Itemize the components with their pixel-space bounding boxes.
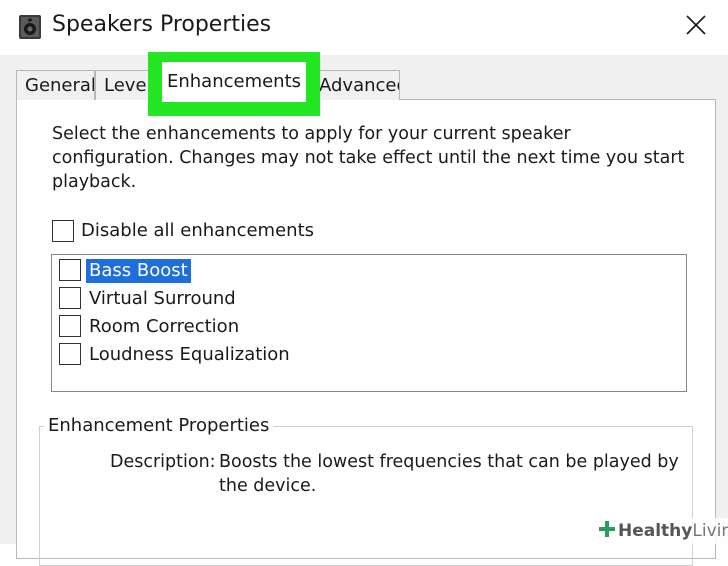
tab-enhancements[interactable]: Enhancements bbox=[162, 62, 306, 102]
bass-boost-checkbox[interactable] bbox=[59, 259, 81, 281]
description-text: Boosts the lowest frequencies that can b… bbox=[219, 452, 679, 496]
close-icon bbox=[685, 14, 707, 40]
tab-advanced[interactable]: Advanced bbox=[312, 70, 400, 100]
disable-all-checkbox[interactable] bbox=[52, 220, 74, 242]
intro-text: Select the enhancements to apply for you… bbox=[52, 124, 685, 192]
virtual-surround-checkbox[interactable] bbox=[59, 287, 81, 309]
disable-all-label[interactable]: Disable all enhancements bbox=[81, 219, 314, 243]
list-item-virtual-surround[interactable]: Virtual Surround bbox=[86, 287, 239, 311]
cross-icon bbox=[598, 520, 616, 542]
title-bar: Speakers Properties bbox=[0, 0, 728, 55]
list-item-loudness-equalization[interactable]: Loudness Equalization bbox=[86, 343, 293, 367]
watermark: HealthyLiving bbox=[594, 518, 728, 544]
list-item-room-correction[interactable]: Room Correction bbox=[86, 315, 242, 339]
room-correction-checkbox[interactable] bbox=[59, 315, 81, 337]
close-button[interactable] bbox=[676, 10, 716, 44]
list-item-bass-boost[interactable]: Bass Boost bbox=[86, 259, 191, 283]
enhancement-properties-legend: Enhancement Properties bbox=[44, 414, 274, 438]
description-label: Description: bbox=[110, 452, 216, 472]
speaker-icon bbox=[18, 14, 42, 40]
window-title: Speakers Properties bbox=[52, 12, 272, 37]
loudness-equalization-checkbox[interactable] bbox=[59, 343, 81, 365]
tab-levels[interactable]: Levels bbox=[95, 70, 153, 100]
tab-general[interactable]: General bbox=[16, 70, 95, 100]
watermark-text: HealthyLiving bbox=[618, 521, 728, 541]
